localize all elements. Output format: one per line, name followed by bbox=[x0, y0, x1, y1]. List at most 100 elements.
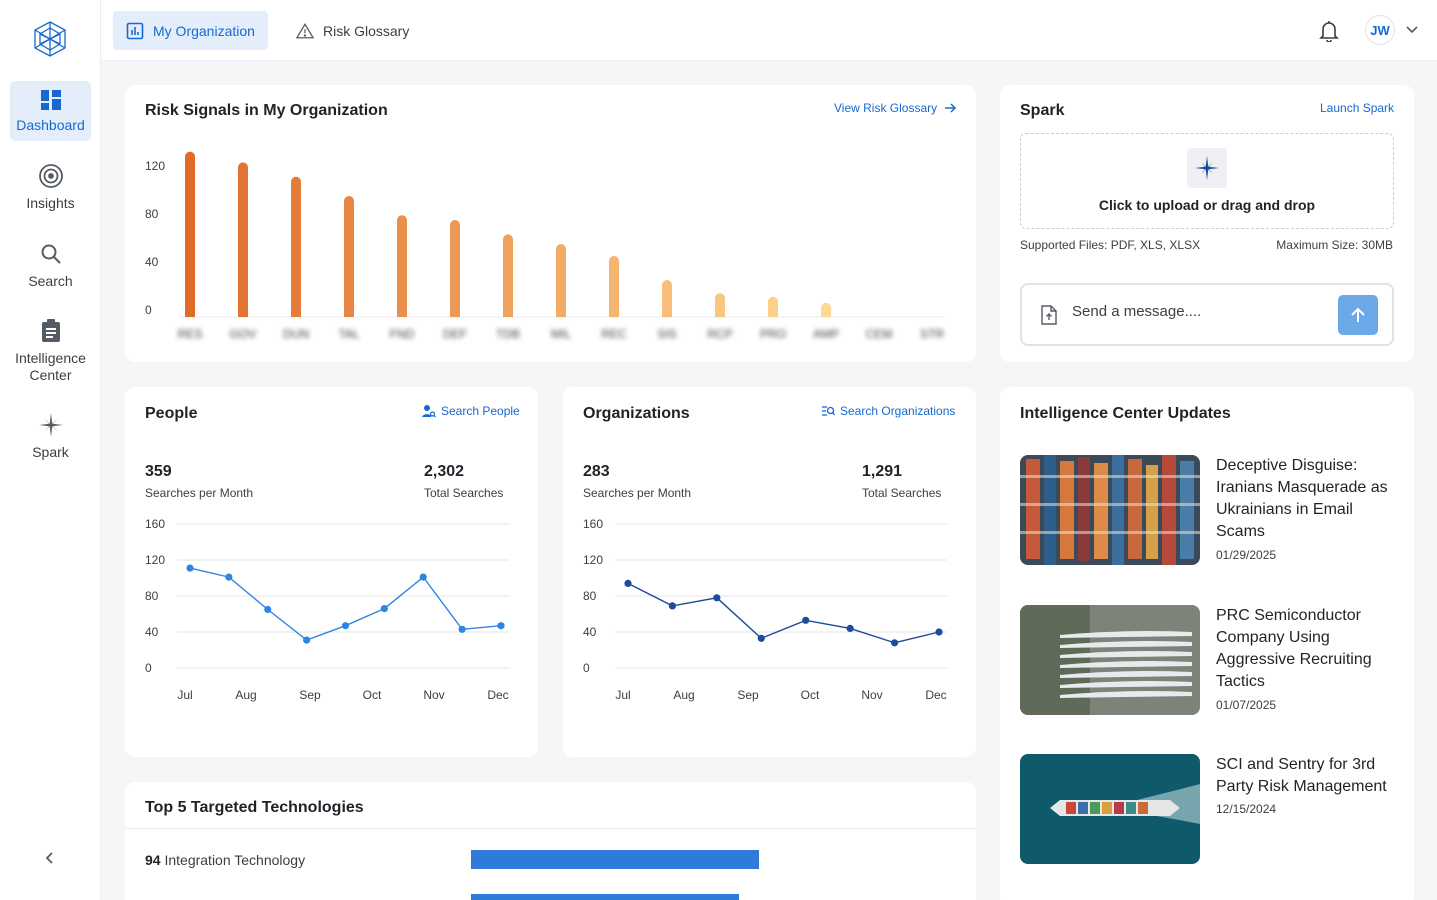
people-line-chart: 0 40 80 120 160 Jul Aug Sep Oct Nov Dec bbox=[145, 517, 509, 702]
wind-turbine-blades-image bbox=[1020, 605, 1200, 715]
launch-spark-link[interactable]: Launch Spark bbox=[1320, 101, 1394, 115]
sidebar-item-spark[interactable]: Spark bbox=[10, 412, 91, 461]
data-point bbox=[497, 622, 505, 630]
x-tick-label: Jul bbox=[615, 688, 630, 702]
upload-dropzone[interactable]: Click to upload or drag and drop bbox=[1020, 133, 1394, 229]
message-box bbox=[1020, 283, 1394, 346]
tab-label: My Organization bbox=[153, 22, 255, 39]
data-point bbox=[846, 624, 854, 632]
attach-file-icon[interactable] bbox=[1040, 305, 1058, 325]
update-item[interactable]: Deceptive Disguise: Iranians Masquerade … bbox=[1020, 455, 1394, 565]
y-tick-label: 0 bbox=[145, 303, 152, 317]
update-title: PRC Semiconductor Company Using Aggressi… bbox=[1216, 607, 1372, 690]
max-size-note: Maximum Size: 30MB bbox=[1276, 238, 1393, 252]
technology-bar bbox=[471, 894, 739, 900]
update-date: 01/29/2025 bbox=[1216, 548, 1277, 562]
x-tick-label: Sep bbox=[737, 688, 759, 702]
bar bbox=[503, 234, 513, 317]
card-title: Spark bbox=[1020, 102, 1065, 119]
bar-base bbox=[344, 312, 354, 317]
data-point bbox=[757, 634, 765, 642]
x-tick-label: REC bbox=[601, 327, 627, 341]
y-tick-label: 0 bbox=[583, 661, 590, 675]
message-input[interactable] bbox=[1072, 303, 1322, 320]
x-tick-label: RCP bbox=[707, 327, 732, 341]
shipping-containers-image bbox=[1020, 455, 1200, 565]
data-point bbox=[624, 579, 632, 587]
series-line bbox=[627, 582, 940, 644]
sidebar-item-label: Intelligence Center bbox=[15, 350, 86, 383]
people-card: People Search People 359 Searches per Mo… bbox=[125, 387, 538, 757]
x-tick-label: Sep bbox=[299, 688, 321, 702]
data-point bbox=[419, 573, 427, 581]
y-tick-label: 40 bbox=[145, 255, 159, 269]
x-tick-label: MIL bbox=[551, 327, 571, 341]
data-point bbox=[802, 616, 810, 624]
data-point bbox=[713, 594, 721, 602]
arrow-up-icon bbox=[1351, 307, 1365, 322]
y-tick-label: 40 bbox=[583, 625, 597, 639]
y-tick-label: 120 bbox=[145, 553, 165, 567]
data-point bbox=[186, 564, 194, 572]
update-item[interactable]: PRC Semiconductor Company Using Aggressi… bbox=[1020, 605, 1394, 715]
x-tick-label: Oct bbox=[363, 688, 382, 702]
x-tick-label: Nov bbox=[861, 688, 882, 702]
intelligence-updates-card: Intelligence Center Updates Deceptive Di… bbox=[1000, 387, 1414, 900]
data-point bbox=[264, 605, 272, 614]
x-tick-label: DUN bbox=[283, 327, 309, 341]
organizations-card: Organizations Search Organizations 283 S… bbox=[563, 387, 976, 757]
sidebar-item-dashboard[interactable]: Dashboard bbox=[10, 81, 91, 141]
x-tick-label: TDB bbox=[496, 327, 520, 341]
sidebar-item-label: Insights bbox=[26, 195, 75, 211]
sparkle-icon bbox=[1187, 148, 1227, 188]
bar bbox=[344, 196, 354, 317]
y-tick-label: 80 bbox=[583, 589, 597, 603]
upload-text: Click to upload or drag and drop bbox=[1098, 197, 1316, 213]
search-icon bbox=[38, 241, 64, 267]
sidebar-item-search[interactable]: Search bbox=[10, 241, 91, 290]
x-tick-label: AMP bbox=[813, 327, 839, 341]
bell-icon[interactable] bbox=[1319, 20, 1339, 42]
x-tick-label: Aug bbox=[673, 688, 694, 702]
x-tick-label: Dec bbox=[487, 688, 508, 702]
sidebar-item-insights[interactable]: Insights bbox=[10, 163, 91, 212]
supported-files-note: Supported Files: PDF, XLS, XLSX bbox=[1020, 238, 1201, 252]
logo-icon[interactable] bbox=[32, 20, 68, 58]
bar-base bbox=[609, 312, 619, 317]
y-tick-label: 80 bbox=[145, 207, 159, 221]
card-title: Top 5 Targeted Technologies bbox=[145, 799, 364, 816]
sidebar-item-intelligence-center[interactable]: Intelligence Center bbox=[10, 318, 91, 384]
top-bar: My Organization Risk Glossary JW bbox=[101, 0, 1437, 61]
organizations-line-chart: 0 40 80 120 160 Jul Aug Sep Oct Nov Dec bbox=[583, 517, 947, 702]
bar bbox=[609, 256, 619, 317]
update-item[interactable]: SCI and Sentry for 3rd Party Risk Manage… bbox=[1020, 754, 1394, 864]
tab-my-organization[interactable]: My Organization bbox=[113, 11, 268, 50]
collapse-sidebar-icon[interactable] bbox=[42, 850, 58, 866]
y-tick-label: 160 bbox=[583, 517, 603, 531]
bar bbox=[185, 151, 195, 317]
card-title: Intelligence Center Updates bbox=[1020, 405, 1231, 422]
chevron-down-icon[interactable] bbox=[1405, 24, 1419, 36]
data-point bbox=[303, 636, 311, 644]
y-tick-label: 0 bbox=[145, 661, 152, 675]
tab-risk-glossary[interactable]: Risk Glossary bbox=[283, 11, 422, 50]
bar bbox=[291, 176, 301, 317]
cargo-ship-image bbox=[1020, 754, 1200, 864]
update-date: 01/07/2025 bbox=[1216, 698, 1277, 712]
x-tick-label: Nov bbox=[423, 688, 444, 702]
top-technologies-card: Top 5 Targeted Technologies 94 Integrati… bbox=[125, 782, 976, 900]
target-icon bbox=[38, 163, 64, 189]
data-point bbox=[668, 602, 677, 610]
x-tick-label: Dec bbox=[925, 688, 946, 702]
send-button[interactable] bbox=[1338, 295, 1378, 335]
y-tick-label: 160 bbox=[145, 517, 165, 531]
avatar[interactable]: JW bbox=[1365, 15, 1395, 45]
x-tick-label: SIS bbox=[657, 327, 676, 341]
bar bbox=[556, 244, 566, 317]
bar bbox=[238, 162, 248, 317]
bar-base bbox=[185, 312, 195, 317]
tab-label: Risk Glossary bbox=[323, 22, 410, 39]
bar bbox=[662, 280, 672, 317]
x-tick-label: TAL bbox=[338, 327, 359, 341]
x-tick-label: Oct bbox=[801, 688, 820, 702]
